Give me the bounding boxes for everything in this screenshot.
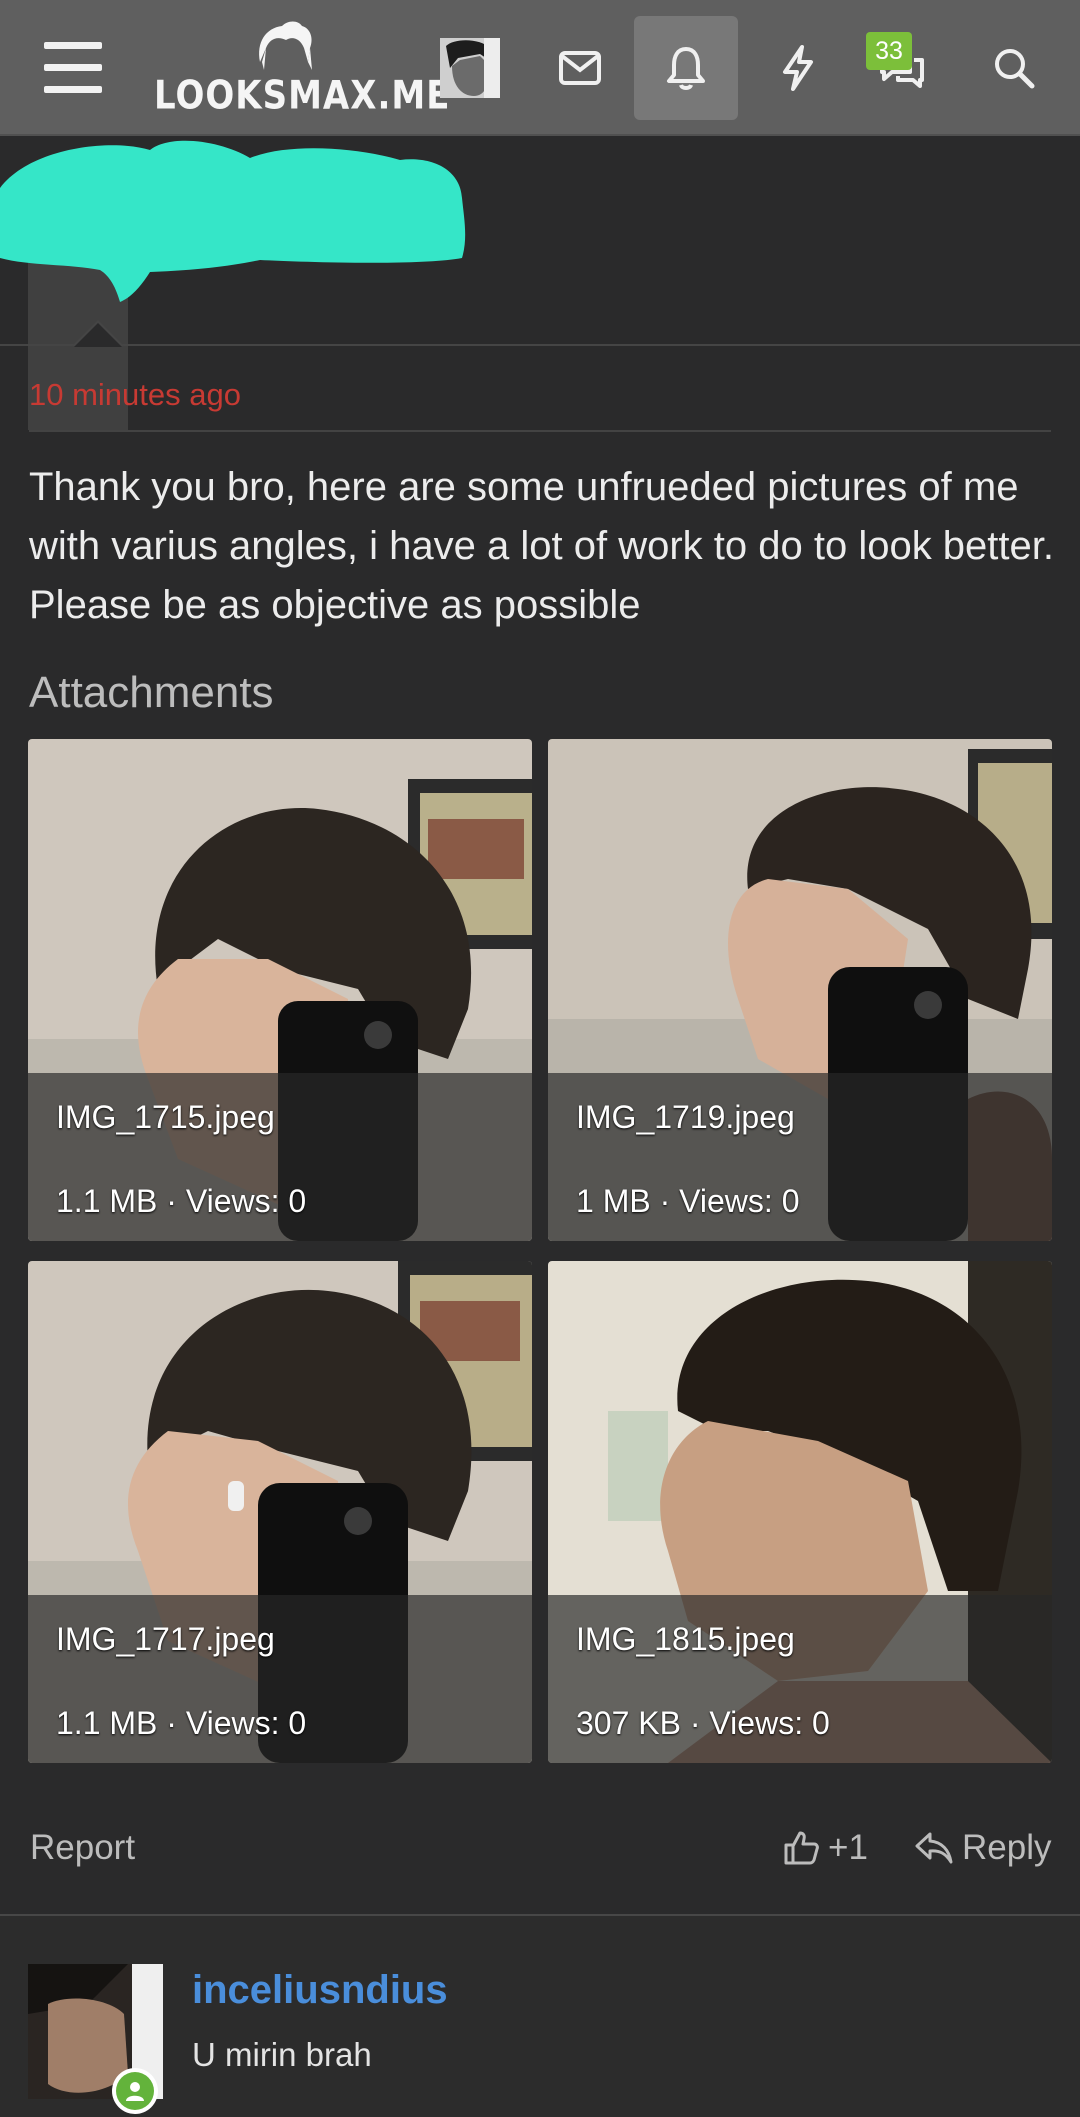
reply-button[interactable]: Reply: [914, 1824, 1051, 1872]
attachment-thumbnail[interactable]: IMG_1715.jpeg 1.1 MB · Views: 0: [28, 739, 532, 1241]
commenter-username[interactable]: inceliusndius: [192, 1968, 448, 2013]
like-count: +1: [828, 1828, 868, 1867]
attachment-meta: IMG_1715.jpeg 1.1 MB · Views: 0: [28, 1073, 532, 1241]
thumbs-up-icon: [784, 1831, 819, 1865]
attachment-meta: IMG_1717.jpeg 1.1 MB · Views: 0: [28, 1595, 532, 1763]
chat-count-badge: 33: [866, 32, 912, 70]
attachment-size: 1 MB · Views: 0: [576, 1183, 800, 1219]
attachment-meta: IMG_1815.jpeg 307 KB · Views: 0: [548, 1595, 1052, 1763]
top-navigation-bar: LOOKSMAX.ME 33: [0, 0, 1080, 136]
reply-arrow-icon: [915, 1832, 953, 1864]
attachment-meta: IMG_1719.jpeg 1 MB · Views: 0: [548, 1073, 1052, 1241]
bell-icon[interactable]: [634, 16, 738, 120]
report-link[interactable]: Report: [30, 1828, 135, 1868]
redaction-scribble: [0, 140, 466, 302]
attachment-filename: IMG_1815.jpeg: [576, 1621, 795, 1657]
user-avatar[interactable]: [440, 38, 500, 98]
post-timestamp[interactable]: 10 minutes ago: [29, 377, 241, 413]
attachment-thumbnail[interactable]: IMG_1815.jpeg 307 KB · Views: 0: [548, 1261, 1052, 1763]
attachment-thumbnail[interactable]: IMG_1719.jpeg 1 MB · Views: 0: [548, 739, 1052, 1241]
post-author-block: [0, 138, 1080, 430]
online-status-icon: [112, 2068, 158, 2114]
post-body-text: Thank you bro, here are some unfrueded p…: [29, 465, 1054, 627]
divider: [0, 344, 1080, 346]
user-icon: [126, 2082, 144, 2101]
attachment-size: 1.1 MB · Views: 0: [56, 1705, 307, 1741]
avatar-face-icon: [440, 38, 500, 98]
attachments-heading: Attachments: [29, 668, 274, 717]
site-logo[interactable]: LOOKSMAX.ME: [154, 18, 451, 122]
attachment-size: 307 KB · Views: 0: [576, 1705, 830, 1741]
menu-icon[interactable]: [44, 42, 104, 94]
reply-label: Reply: [962, 1828, 1052, 1867]
like-button[interactable]: +1: [782, 1824, 868, 1872]
attachment-filename: IMG_1715.jpeg: [56, 1099, 275, 1135]
attachment-filename: IMG_1719.jpeg: [576, 1099, 795, 1135]
comment-text: U mirin brah: [192, 2036, 372, 2073]
search-icon[interactable]: [962, 16, 1066, 120]
attachment-thumbnail[interactable]: IMG_1717.jpeg 1.1 MB · Views: 0: [28, 1261, 532, 1763]
hair-logo-icon: [259, 21, 312, 70]
caret-pointer-fill: [74, 323, 122, 347]
attachment-filename: IMG_1717.jpeg: [56, 1621, 275, 1657]
lightning-icon[interactable]: [746, 16, 850, 120]
mail-icon[interactable]: [528, 16, 632, 120]
divider: [29, 430, 1051, 432]
logo-text: LOOKSMAX.ME: [154, 73, 451, 119]
attachment-size: 1.1 MB · Views: 0: [56, 1183, 307, 1219]
